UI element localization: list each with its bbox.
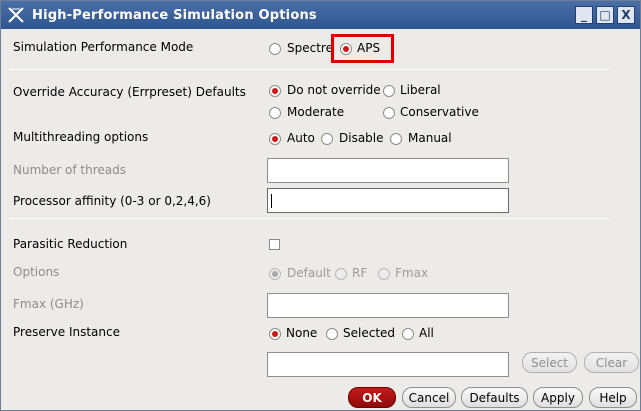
default-radio[interactable] xyxy=(269,268,281,280)
app-icon xyxy=(8,7,24,23)
section-divider-1 xyxy=(9,69,610,70)
ok-button[interactable]: OK xyxy=(348,387,396,408)
parasitic-reduction-label: Parasitic Reduction xyxy=(13,237,128,251)
multithreading-label: Multithreading options xyxy=(13,130,149,144)
rf-label[interactable]: RF xyxy=(352,266,367,280)
moderate-label[interactable]: Moderate xyxy=(287,105,344,119)
cancel-button[interactable]: Cancel xyxy=(402,387,456,408)
text-caret xyxy=(271,194,272,208)
minimize-button[interactable]: _ xyxy=(575,6,593,24)
fmax-option-label[interactable]: Fmax xyxy=(395,266,428,280)
spectre-radio[interactable] xyxy=(269,43,281,55)
spectre-option-label[interactable]: Spectre xyxy=(287,41,333,55)
threads-input[interactable] xyxy=(267,158,509,183)
none-label[interactable]: None xyxy=(286,326,317,340)
do-not-override-radio[interactable] xyxy=(269,85,281,97)
title-bar[interactable]: High-Performance Simulation Options _ □ … xyxy=(1,1,640,29)
preserve-instance-input[interactable] xyxy=(267,352,509,377)
fmax-input[interactable] xyxy=(267,293,509,318)
options-label: Options xyxy=(13,265,60,279)
all-label[interactable]: All xyxy=(419,326,434,340)
close-button[interactable]: X xyxy=(617,6,635,24)
maximize-icon: □ xyxy=(599,8,611,22)
close-icon: X xyxy=(621,8,631,22)
sim-mode-label: Simulation Performance Mode xyxy=(13,40,194,54)
manual-radio[interactable] xyxy=(390,133,402,145)
aps-option-label[interactable]: APS xyxy=(357,41,380,55)
apply-button[interactable]: Apply xyxy=(533,387,583,408)
section-divider-2 xyxy=(9,218,610,219)
all-radio[interactable] xyxy=(402,328,414,340)
disable-label[interactable]: Disable xyxy=(339,131,384,145)
selected-label[interactable]: Selected xyxy=(343,326,395,340)
manual-label[interactable]: Manual xyxy=(408,131,452,145)
aps-radio[interactable] xyxy=(340,43,352,55)
defaults-button[interactable]: Defaults xyxy=(461,387,528,408)
select-button[interactable]: Select xyxy=(522,352,577,373)
auto-label[interactable]: Auto xyxy=(287,131,315,145)
override-accuracy-label: Override Accuracy (Errpreset) Defaults xyxy=(13,85,246,99)
processor-affinity-label: Processor affinity (0-3 or 0,2,4,6) xyxy=(13,194,211,208)
disable-radio[interactable] xyxy=(321,133,333,145)
minimize-icon: _ xyxy=(581,8,587,22)
liberal-label[interactable]: Liberal xyxy=(400,83,441,97)
rf-radio[interactable] xyxy=(335,268,347,280)
conservative-label[interactable]: Conservative xyxy=(400,105,479,119)
conservative-radio[interactable] xyxy=(383,107,395,119)
fmax-radio[interactable] xyxy=(378,268,390,280)
clear-button[interactable]: Clear xyxy=(584,352,639,373)
processor-affinity-input[interactable] xyxy=(267,188,509,213)
fmax-label: Fmax (GHz) xyxy=(13,297,84,311)
preserve-instance-label: Preserve Instance xyxy=(13,325,120,339)
do-not-override-label[interactable]: Do not override xyxy=(287,83,381,97)
simulation-options-dialog: High-Performance Simulation Options _ □ … xyxy=(0,0,641,411)
selected-radio[interactable] xyxy=(326,328,338,340)
default-label[interactable]: Default xyxy=(287,266,331,280)
window-title: High-Performance Simulation Options xyxy=(32,8,317,23)
auto-radio[interactable] xyxy=(269,133,281,145)
liberal-radio[interactable] xyxy=(383,85,395,97)
parasitic-reduction-checkbox[interactable] xyxy=(269,239,280,250)
maximize-button[interactable]: □ xyxy=(596,6,614,24)
moderate-radio[interactable] xyxy=(269,107,281,119)
threads-label: Number of threads xyxy=(13,163,126,177)
help-button[interactable]: Help xyxy=(589,387,637,408)
none-radio[interactable] xyxy=(269,328,281,340)
